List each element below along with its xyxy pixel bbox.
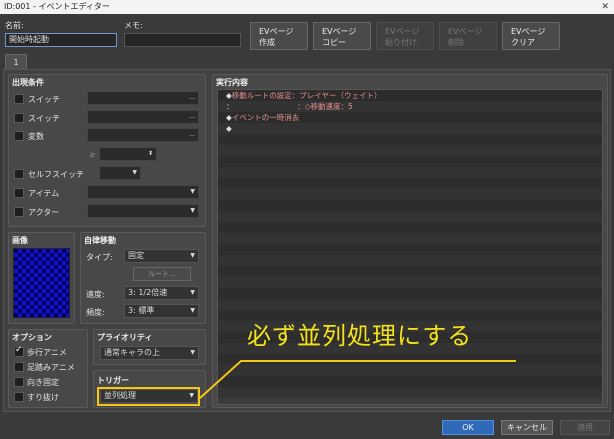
ok-button[interactable]: OK [442, 420, 494, 435]
cancel-button[interactable]: キャンセル [501, 420, 553, 435]
apply-button[interactable]: 適用 [560, 420, 610, 435]
annotation-pointer [199, 360, 516, 399]
